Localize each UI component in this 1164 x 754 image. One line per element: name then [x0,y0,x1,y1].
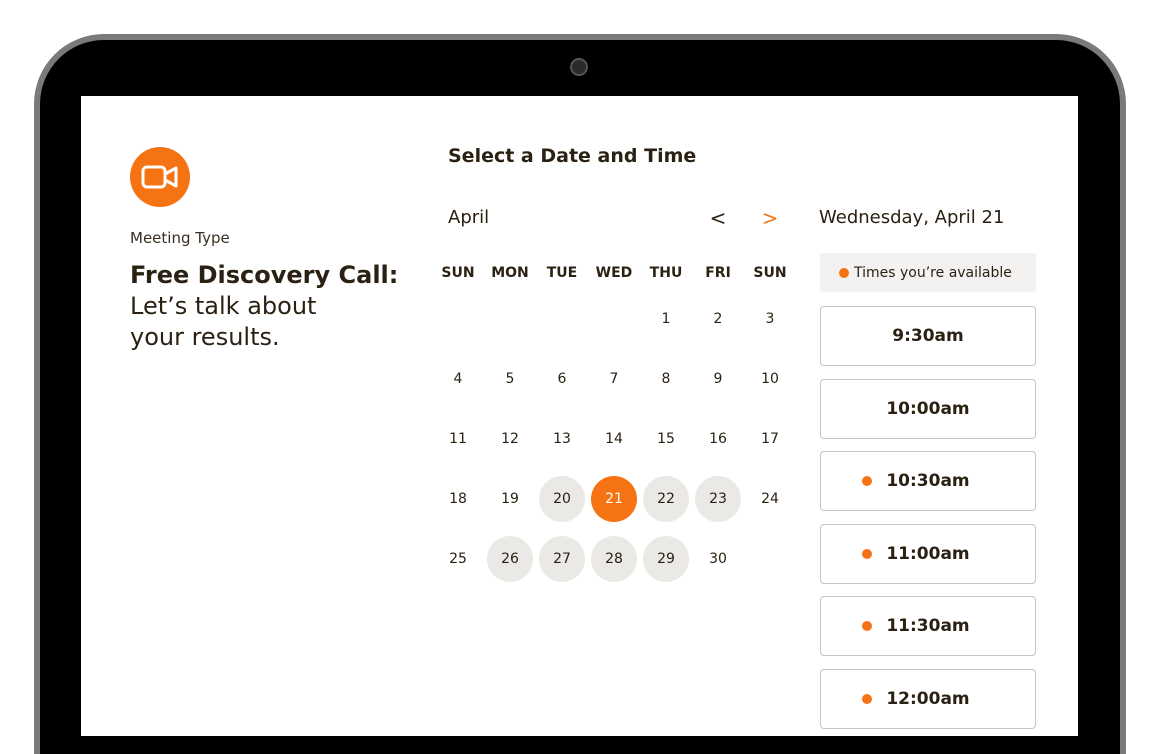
time-slot-button[interactable]: 11:00am [820,523,1036,584]
video-camera-icon [130,147,190,207]
legend-text: Times you’re available [854,264,1012,281]
calendar-day-available[interactable]: 20 [539,476,585,522]
weekday-label: TUE [546,265,578,281]
scheduler-screen: Meeting Type Free Discovery Call: Let’s … [81,96,1078,736]
available-dot-icon [862,693,873,704]
weekday-label: FRI [705,265,731,281]
calendar-day: 6 [557,371,567,387]
next-month-button[interactable]: > [760,206,780,230]
event-title: Free Discovery Call: Let’s talk about yo… [130,260,430,353]
calendar-day: 9 [713,371,723,387]
calendar-day: 12 [501,431,519,447]
calendar-day: 19 [501,491,519,507]
calendar-day: 17 [761,431,779,447]
calendar-day-available[interactable]: 26 [487,536,533,582]
calendar-day: 24 [761,491,779,507]
availability-legend: Times you’re available [820,253,1036,292]
event-subtitle-line-1: Let’s talk about [130,292,317,320]
calendar-day: 16 [709,431,727,447]
calendar-day: 7 [609,371,619,387]
weekday-label: THU [649,265,683,281]
available-dot-icon [862,548,873,559]
time-slot-label: 12:00am [886,688,970,709]
time-slot-label: 11:30am [886,616,970,636]
select-date-heading: Select a Date and Time [448,145,697,167]
month-label: April [448,207,490,228]
calendar-day-available[interactable]: 29 [643,536,689,582]
available-dot-icon [839,267,849,278]
time-slot-button[interactable]: 12:00am [820,668,1036,729]
video-camera-svg [141,165,178,189]
time-slot-button[interactable]: 9:30am [820,306,1036,366]
calendar-day: 14 [605,431,623,447]
calendar-day: 3 [765,311,775,327]
time-slot-label: 10:30am [886,471,970,491]
camera-icon [570,58,588,76]
calendar-day: 13 [553,431,571,447]
weekday-label: MON [491,265,529,281]
calendar-day: 4 [453,371,463,387]
weekday-label: SUN [753,265,787,281]
calendar-day: 30 [709,551,727,567]
calendar-day: 11 [449,431,467,447]
calendar-day-available[interactable]: 22 [643,476,689,522]
prev-month-button[interactable]: < [708,206,728,230]
calendar-day: 15 [657,431,675,447]
calendar-day: 18 [449,491,467,507]
calendar-day-available[interactable]: 23 [695,476,741,522]
time-slot-button[interactable]: 11:30am [820,596,1036,656]
weekday-label: WED [595,265,633,281]
calendar-day: 5 [505,371,515,387]
available-dot-icon [862,476,873,486]
calendar-day-available[interactable]: 27 [539,536,585,582]
meeting-type-label: Meeting Type [130,229,230,247]
calendar-day: 8 [661,371,671,387]
calendar-day-selected[interactable]: 21 [591,476,637,522]
time-slot-label: 10:00am [886,398,970,419]
time-slot-button[interactable]: 10:30am [820,451,1036,511]
calendar-day: 25 [449,551,467,567]
calendar-day: 2 [713,311,723,327]
weekday-label: SUN [441,265,475,281]
calendar-day: 10 [761,371,779,387]
time-slot-button[interactable]: 10:00am [820,378,1036,439]
event-subtitle-line-2: your results. [130,323,280,351]
calendar-day-available[interactable]: 28 [591,536,637,582]
time-slot-label: 11:00am [886,543,970,564]
available-dot-icon [862,621,873,631]
event-title-main: Free Discovery Call: [130,261,399,289]
selected-date-label: Wednesday, April 21 [819,207,1005,228]
calendar-day: 1 [661,311,671,327]
time-slot-label: 9:30am [892,326,964,346]
